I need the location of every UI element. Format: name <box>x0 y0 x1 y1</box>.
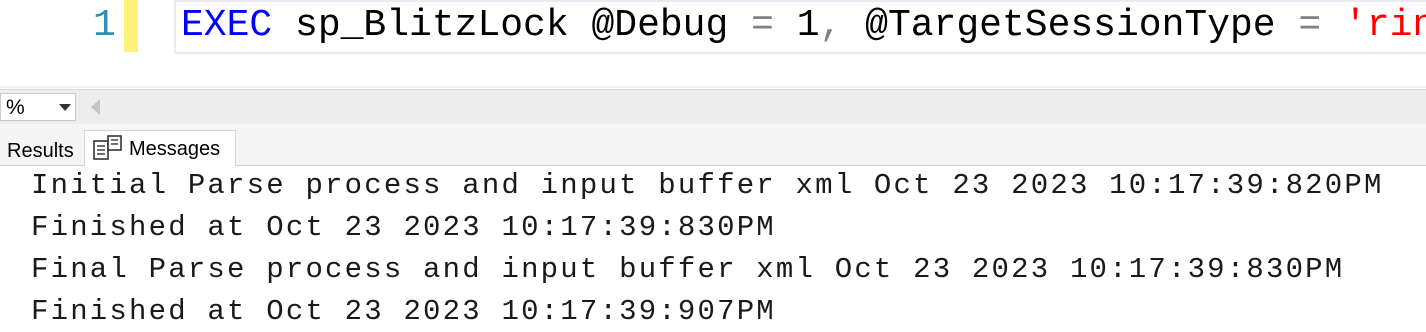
code-value: 1 <box>773 4 820 47</box>
string-literal: 'ring' <box>1344 4 1426 47</box>
zoom-value: % <box>6 96 25 119</box>
operator-equals: = <box>751 4 774 47</box>
code-line[interactable]: EXEC sp_BlitzLock @Debug = 1, @TargetSes… <box>181 4 1426 48</box>
keyword-exec: EXEC <box>181 4 273 47</box>
tab-results[interactable]: Results <box>0 130 84 166</box>
line-number: 1 <box>93 4 116 47</box>
scroll-left-icon[interactable] <box>91 99 100 115</box>
tab-results-label: Results <box>7 140 74 162</box>
operator-equals-2: = <box>1298 4 1322 47</box>
tab-messages[interactable]: Messages <box>84 130 236 167</box>
zoom-dropdown[interactable]: % <box>0 93 76 121</box>
results-tabbar: Results Messages <box>0 124 1426 167</box>
code-proc: sp_BlitzLock @Debug <box>272 4 752 47</box>
message-line: Final Parse process and input buffer xml… <box>31 253 1345 286</box>
message-line: Initial Parse process and input buffer x… <box>31 169 1384 202</box>
tab-messages-label: Messages <box>129 138 221 160</box>
code-param: @TargetSessionType <box>842 4 1299 47</box>
chevron-down-icon[interactable] <box>59 104 71 111</box>
messages-pane[interactable]: Initial Parse process and input buffer x… <box>0 166 1426 332</box>
change-indicator <box>124 0 138 52</box>
editor-divider <box>0 86 1426 88</box>
message-line: Finished at Oct 23 2023 10:17:39:830PM <box>31 211 776 244</box>
message-line: Finished at Oct 23 2023 10:17:39:907PM <box>31 295 776 328</box>
query-editor[interactable]: 1 EXEC sp_BlitzLock @Debug = 1, @TargetS… <box>0 0 1426 88</box>
messages-icon <box>93 135 122 160</box>
zoom-bar: % <box>0 89 1426 125</box>
operator-comma: , <box>819 4 843 47</box>
